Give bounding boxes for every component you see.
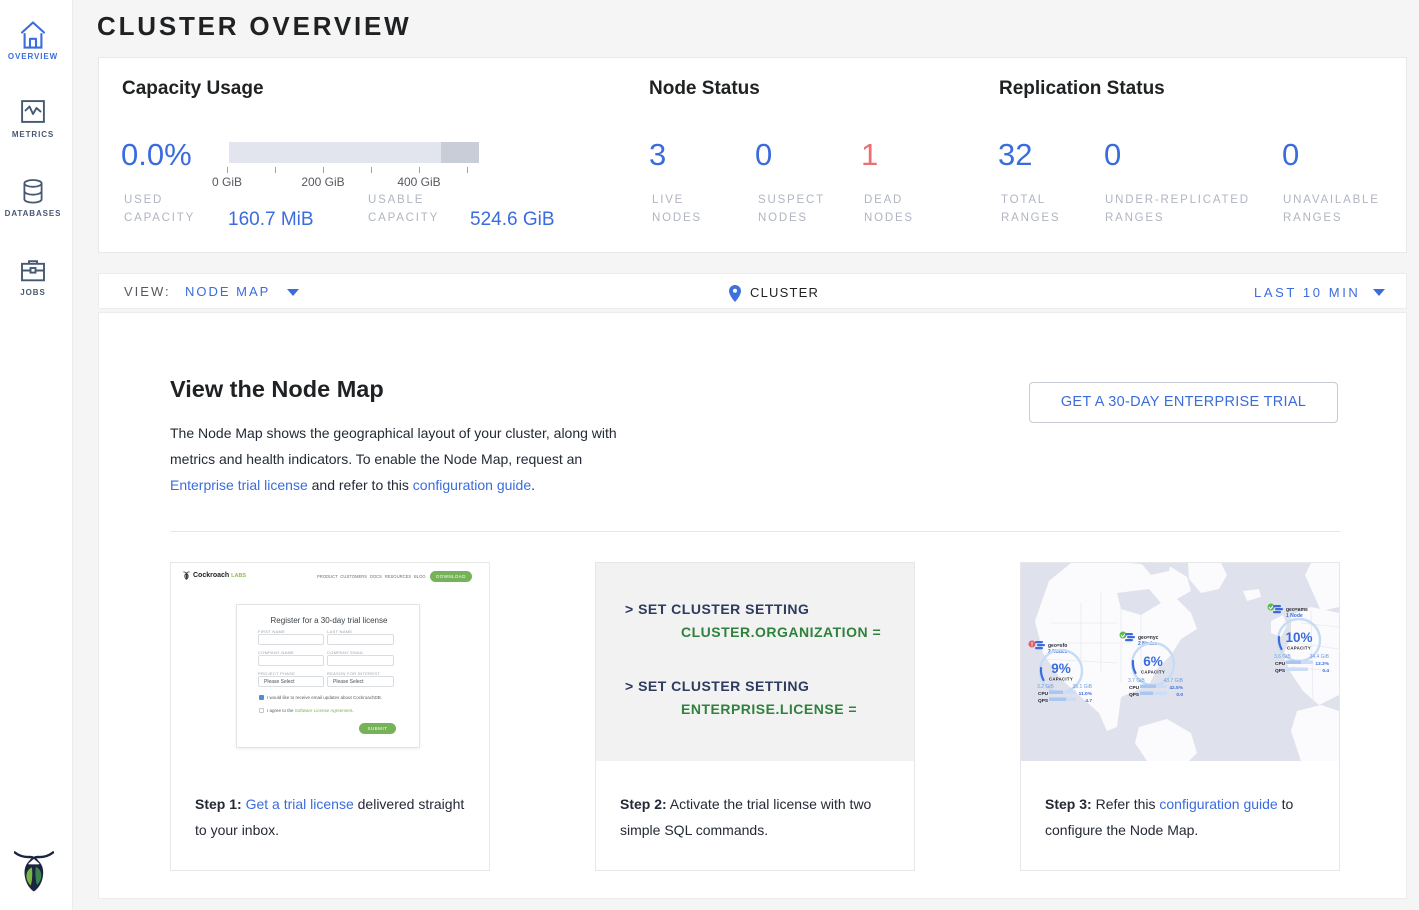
svg-text:42.5%: 42.5% bbox=[1169, 685, 1183, 691]
svg-text:CAPACITY: CAPACITY bbox=[1141, 670, 1165, 675]
svg-text:9%: 9% bbox=[1051, 661, 1071, 676]
svg-text:0.4: 0.4 bbox=[1322, 668, 1329, 674]
svg-text:CPU: CPU bbox=[1038, 691, 1049, 697]
svg-text:35.1 GiB: 35.1 GiB bbox=[1073, 684, 1093, 690]
svg-text:43.7 GiB: 43.7 GiB bbox=[1164, 678, 1184, 684]
svg-text:CAPACITY: CAPACITY bbox=[1287, 646, 1311, 651]
svg-text:3.6 GiB: 3.6 GiB bbox=[1274, 654, 1291, 660]
svg-text:13.3%: 13.3% bbox=[1315, 661, 1329, 667]
svg-text:10%: 10% bbox=[1285, 630, 1312, 645]
svg-text:QPS: QPS bbox=[1038, 698, 1049, 704]
svg-text:CPU: CPU bbox=[1129, 685, 1140, 691]
svg-text:3.2 GiB: 3.2 GiB bbox=[1037, 684, 1054, 690]
svg-text:CAPACITY: CAPACITY bbox=[1049, 677, 1073, 682]
svg-text:34.4 GiB: 34.4 GiB bbox=[1310, 654, 1330, 660]
svg-text:QPS: QPS bbox=[1275, 668, 1286, 674]
svg-text:6%: 6% bbox=[1143, 654, 1163, 669]
svg-text:!: ! bbox=[1031, 643, 1033, 649]
svg-text:QPS: QPS bbox=[1129, 692, 1140, 698]
svg-text:0.0: 0.0 bbox=[1176, 692, 1183, 698]
svg-text:CPU: CPU bbox=[1275, 661, 1286, 667]
svg-text:3.7 GiB: 3.7 GiB bbox=[1128, 678, 1145, 684]
svg-text:11.0%: 11.0% bbox=[1079, 691, 1093, 697]
svg-text:4.7: 4.7 bbox=[1085, 698, 1092, 704]
